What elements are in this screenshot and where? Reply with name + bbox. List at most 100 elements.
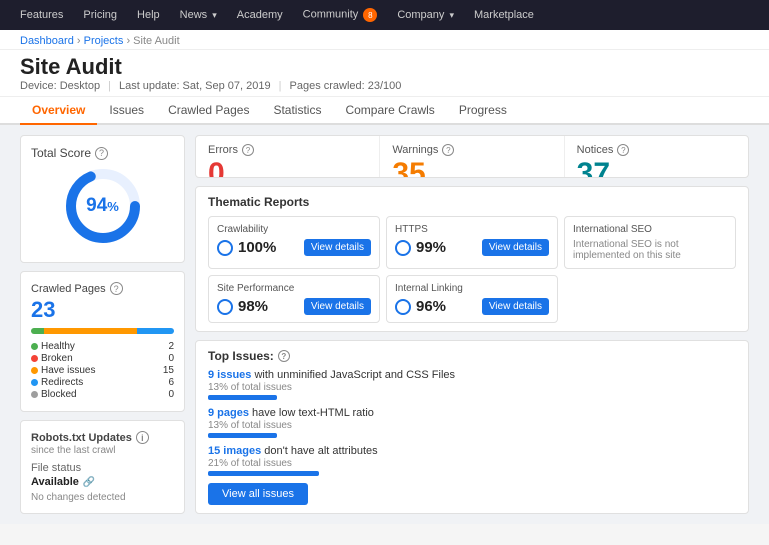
issue-item-3: 15 images don't have alt attributes 21% … xyxy=(208,445,736,476)
issue-item-2: 9 pages have low text-HTML ratio 13% of … xyxy=(208,407,736,438)
nav-news[interactable]: News ▾ xyxy=(170,9,227,21)
report-internal-linking: Internal Linking 96% View details xyxy=(386,275,558,323)
report-https: HTTPS 99% View details xyxy=(386,216,558,269)
tabs: Overview Issues Crawled Pages Statistics… xyxy=(0,97,769,125)
issues-section: Top Issues: ? 9 issues with unminified J… xyxy=(195,340,749,514)
issue-text-2: 9 pages have low text-HTML ratio xyxy=(208,407,736,419)
community-badge: 8 xyxy=(363,8,377,22)
report-intl-seo: International SEO International SEO is n… xyxy=(564,216,736,269)
donut-text: 94% xyxy=(86,195,119,217)
circle-icon-linking xyxy=(395,299,411,315)
report-grid: Crawlability 100% View details HTTPS xyxy=(208,216,736,323)
view-details-linking[interactable]: View details xyxy=(482,298,549,315)
circle-icon-performance xyxy=(217,299,233,315)
info-icon[interactable]: ? xyxy=(95,147,108,160)
issue-pct-2: 13% of total issues xyxy=(208,420,736,431)
tab-progress[interactable]: Progress xyxy=(447,97,519,125)
report-crawlability: Crawlability 100% View details xyxy=(208,216,380,269)
donut-container: 94% xyxy=(31,166,174,246)
donut-chart: 94% xyxy=(63,166,143,246)
errors-label: Errors ? xyxy=(208,144,367,156)
robots-card: Robots.txt Updates i since the last craw… xyxy=(20,420,185,514)
main-content: Total Score ? 94% Crawled Pages xyxy=(0,125,769,524)
chevron-down-icon: ▾ xyxy=(449,10,454,20)
view-details-https[interactable]: View details xyxy=(482,239,549,256)
view-details-performance[interactable]: View details xyxy=(304,298,371,315)
circle-icon-https xyxy=(395,240,411,256)
right-panel: Errors ? 0 ↓ xyxy=(195,135,749,514)
view-all-issues-button[interactable]: View all issues xyxy=(208,483,308,505)
crawled-card: Crawled Pages ? 23 Healthy 2 Broken 0 xyxy=(20,271,185,412)
info-icon-issues[interactable]: ? xyxy=(278,350,290,362)
breadcrumb-current: Site Audit xyxy=(133,35,179,47)
top-nav: Features Pricing Help News ▾ Academy Com… xyxy=(0,0,769,30)
issues-title: Top Issues: ? xyxy=(208,349,736,363)
issue-bar-1 xyxy=(208,395,277,400)
report-crawlability-title: Crawlability xyxy=(217,224,371,235)
report-intl-title: International SEO xyxy=(573,224,727,235)
report-performance: Site Performance 98% View details xyxy=(208,275,380,323)
report-https-title: HTTPS xyxy=(395,224,549,235)
nav-community[interactable]: Community 8 xyxy=(293,8,388,22)
issue-text-3: 15 images don't have alt attributes xyxy=(208,445,736,457)
thematic-section: Thematic Reports Crawlability 100% View … xyxy=(195,186,749,332)
nav-marketplace[interactable]: Marketplace xyxy=(464,9,544,21)
left-panel: Total Score ? 94% Crawled Pages xyxy=(20,135,185,514)
nav-features[interactable]: Features xyxy=(10,9,73,21)
info-icon-crawled[interactable]: ? xyxy=(110,282,123,295)
breadcrumb-dashboard[interactable]: Dashboard xyxy=(20,35,74,47)
metrics-row: Errors ? 0 ↓ xyxy=(195,135,749,178)
nav-help[interactable]: Help xyxy=(127,9,170,21)
info-icon-notices[interactable]: ? xyxy=(617,144,629,156)
warnings-value: 35 xyxy=(392,157,551,178)
pages-crawled: Pages crawled: 23/100 xyxy=(290,80,402,92)
tab-overview[interactable]: Overview xyxy=(20,97,97,125)
info-icon-errors[interactable]: ? xyxy=(242,144,254,156)
report-linking-title: Internal Linking xyxy=(395,283,549,294)
crawled-title: Crawled Pages ? xyxy=(31,282,174,295)
link-icon[interactable]: 🔗 xyxy=(83,477,95,488)
info-icon-warnings[interactable]: ? xyxy=(442,144,454,156)
errors-value: 0 xyxy=(208,157,367,178)
crawled-legend: Healthy 2 Broken 0 Have issues 15 Redire… xyxy=(31,341,174,400)
issue-bar-3 xyxy=(208,471,319,476)
notices-metric: Notices ? 37 ↓ 40 0 xyxy=(565,136,748,177)
https-score: 99% xyxy=(416,239,446,256)
device-info: Device: Desktop xyxy=(20,80,100,92)
issue-pct-1: 13% of total issues xyxy=(208,382,736,393)
warnings-metric: Warnings ? 35 ↑ 40 0 xyxy=(380,136,564,177)
score-title: Total Score ? xyxy=(31,146,174,160)
file-status-label: File status xyxy=(31,462,174,474)
page-title: Site Audit xyxy=(20,54,749,80)
nav-pricing[interactable]: Pricing xyxy=(73,9,127,21)
tab-crawled-pages[interactable]: Crawled Pages xyxy=(156,97,261,125)
robots-subtitle: since the last crawl xyxy=(31,445,174,456)
info-icon-robots[interactable]: i xyxy=(136,431,149,444)
score-card: Total Score ? 94% xyxy=(20,135,185,263)
thematic-title: Thematic Reports xyxy=(208,195,736,209)
breadcrumb-projects[interactable]: Projects xyxy=(84,35,124,47)
view-details-crawlability[interactable]: View details xyxy=(304,239,371,256)
notices-value: 37 xyxy=(577,157,736,178)
crawled-count: 23 xyxy=(31,297,174,323)
issue-text-1: 9 issues with unminified JavaScript and … xyxy=(208,369,736,381)
performance-score: 98% xyxy=(238,298,268,315)
crawlability-score: 100% xyxy=(238,239,276,256)
intl-note: International SEO is not implemented on … xyxy=(573,239,727,261)
tab-compare-crawls[interactable]: Compare Crawls xyxy=(333,97,446,125)
breadcrumb: Dashboard › Projects › Site Audit xyxy=(0,30,769,50)
tab-issues[interactable]: Issues xyxy=(97,97,156,125)
chevron-down-icon: ▾ xyxy=(212,10,217,20)
file-status-value: Available 🔗 xyxy=(31,476,174,488)
nav-company[interactable]: Company ▾ xyxy=(387,9,464,21)
issue-item-1: 9 issues with unminified JavaScript and … xyxy=(208,369,736,400)
tab-statistics[interactable]: Statistics xyxy=(261,97,333,125)
warnings-label: Warnings ? xyxy=(392,144,551,156)
nav-academy[interactable]: Academy xyxy=(227,9,293,21)
report-performance-title: Site Performance xyxy=(217,283,371,294)
issue-pct-3: 21% of total issues xyxy=(208,458,736,469)
progress-bar-multi xyxy=(31,328,174,334)
no-changes: No changes detected xyxy=(31,492,174,503)
errors-metric: Errors ? 0 ↓ xyxy=(196,136,380,177)
circle-icon-crawlability xyxy=(217,240,233,256)
